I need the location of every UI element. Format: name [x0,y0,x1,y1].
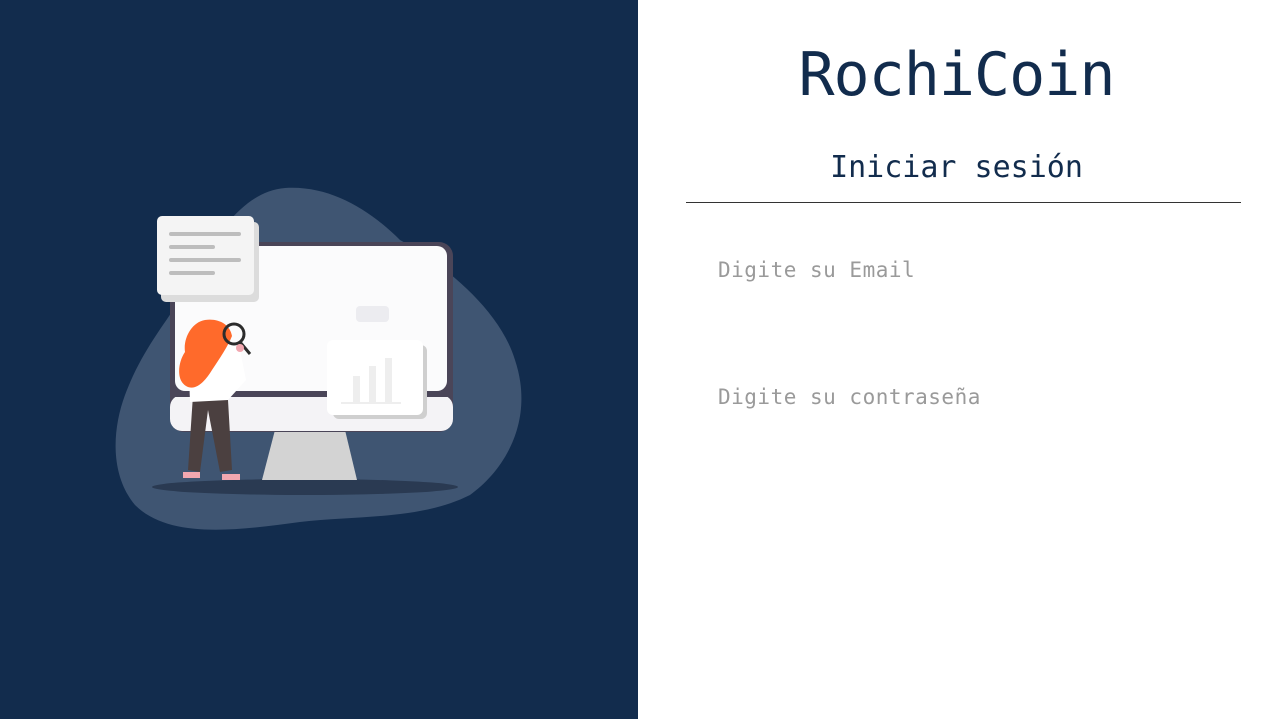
email-input[interactable] [718,250,1218,290]
document-card [157,216,254,295]
screen-button [356,306,389,322]
floor-shadow [152,479,458,495]
password-input[interactable] [718,377,1218,417]
heading-divider [686,202,1241,203]
monitor-stand [262,430,357,480]
login-heading: Iniciar sesión [830,150,1083,185]
person-at-computer-illustration [115,187,522,530]
illustration-panel [0,0,638,719]
login-panel: RochiCoin Iniciar sesión [638,0,1275,719]
app-title: RochiCoin [798,40,1115,110]
